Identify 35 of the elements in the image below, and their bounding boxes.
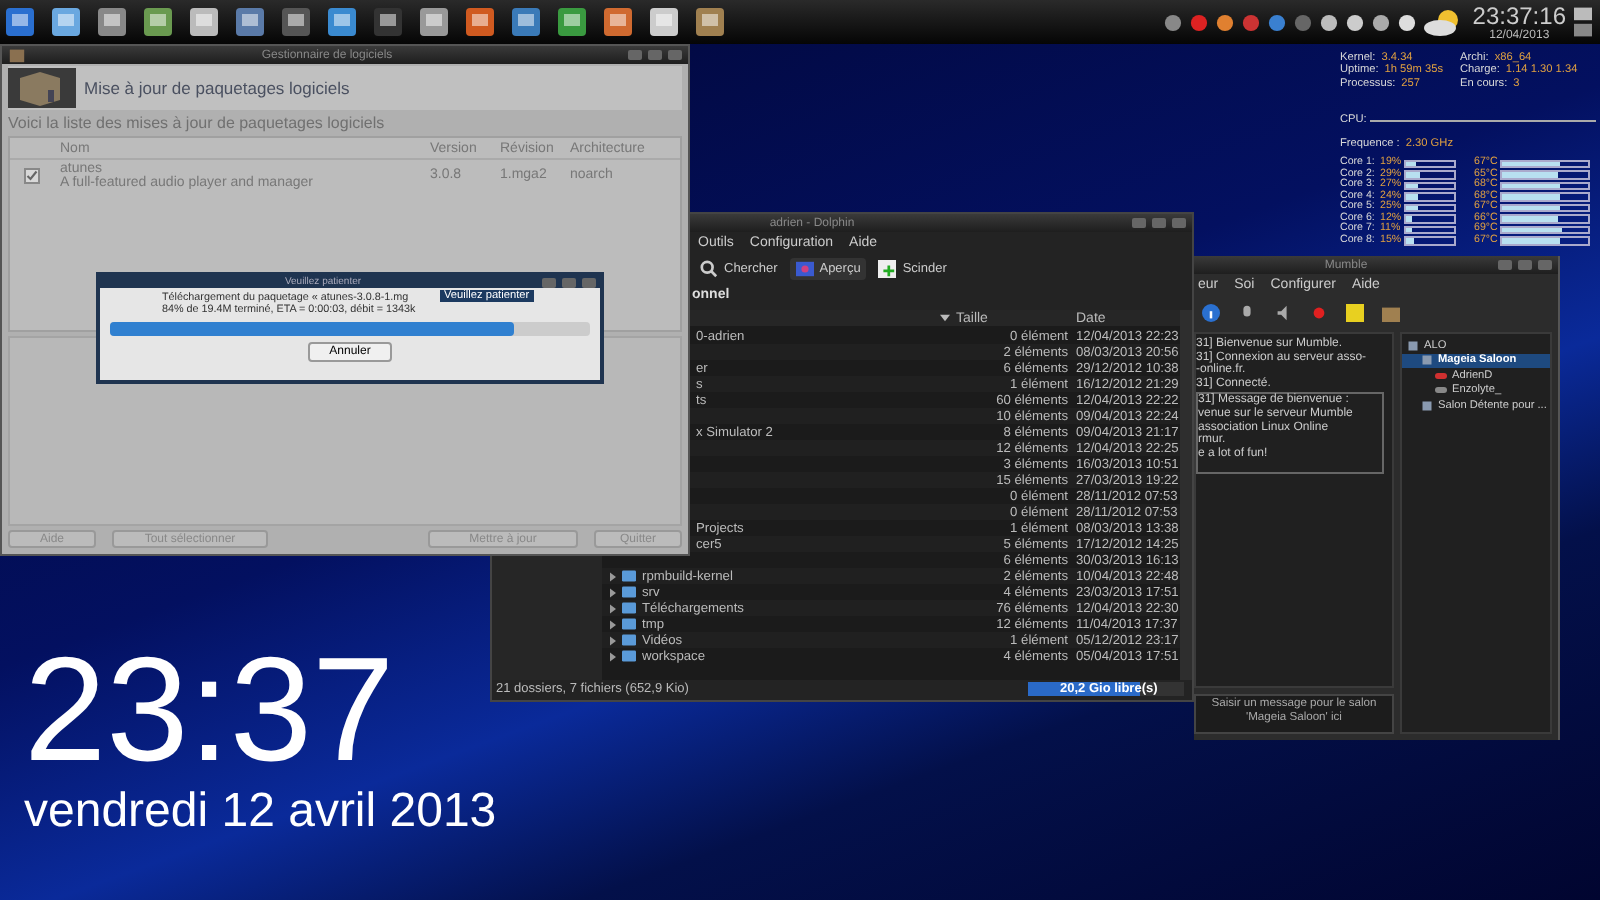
app-icon[interactable] <box>556 6 588 38</box>
app-icon[interactable] <box>510 6 542 38</box>
package-box-icon <box>8 68 76 108</box>
app-icon[interactable] <box>142 6 174 38</box>
channel-icon <box>1420 399 1434 412</box>
clock: 23:37:16 <box>1472 3 1566 27</box>
app-icon[interactable] <box>96 6 128 38</box>
app-icon[interactable] <box>280 6 312 38</box>
app-icon[interactable] <box>234 6 266 38</box>
desktop-clock: 23:37 <box>24 636 397 784</box>
app-icon[interactable] <box>188 6 220 38</box>
checkbox[interactable] <box>24 168 40 184</box>
search-icon <box>700 259 718 277</box>
page-subtitle: Voici la liste des mises à jour de paquetages logiciels <box>8 114 387 132</box>
app-icon[interactable] <box>694 6 726 38</box>
page-heading: Mise à jour de paquetages logiciels <box>84 78 350 98</box>
app-icon[interactable] <box>464 6 496 38</box>
info-icon[interactable] <box>1202 303 1220 321</box>
app-icon[interactable] <box>4 6 36 38</box>
image-icon <box>795 259 814 277</box>
monitor-icon[interactable] <box>1574 6 1592 38</box>
sort-arrow-icon <box>940 314 950 322</box>
microphone-icon[interactable] <box>1238 303 1256 321</box>
app-icon[interactable] <box>602 6 634 38</box>
speaker-icon[interactable] <box>1274 303 1292 321</box>
app-icon[interactable] <box>648 6 680 38</box>
folder-icon[interactable] <box>1382 303 1400 321</box>
app-icon[interactable] <box>326 6 358 38</box>
scrollbar[interactable] <box>1180 310 1192 680</box>
desktop-date: vendredi 12 avril 2013 <box>24 788 497 836</box>
record-icon[interactable] <box>1310 303 1328 321</box>
app-icon[interactable] <box>418 6 450 38</box>
package-icon <box>8 46 26 64</box>
app-icon[interactable] <box>372 6 404 38</box>
app-icon[interactable] <box>50 6 82 38</box>
